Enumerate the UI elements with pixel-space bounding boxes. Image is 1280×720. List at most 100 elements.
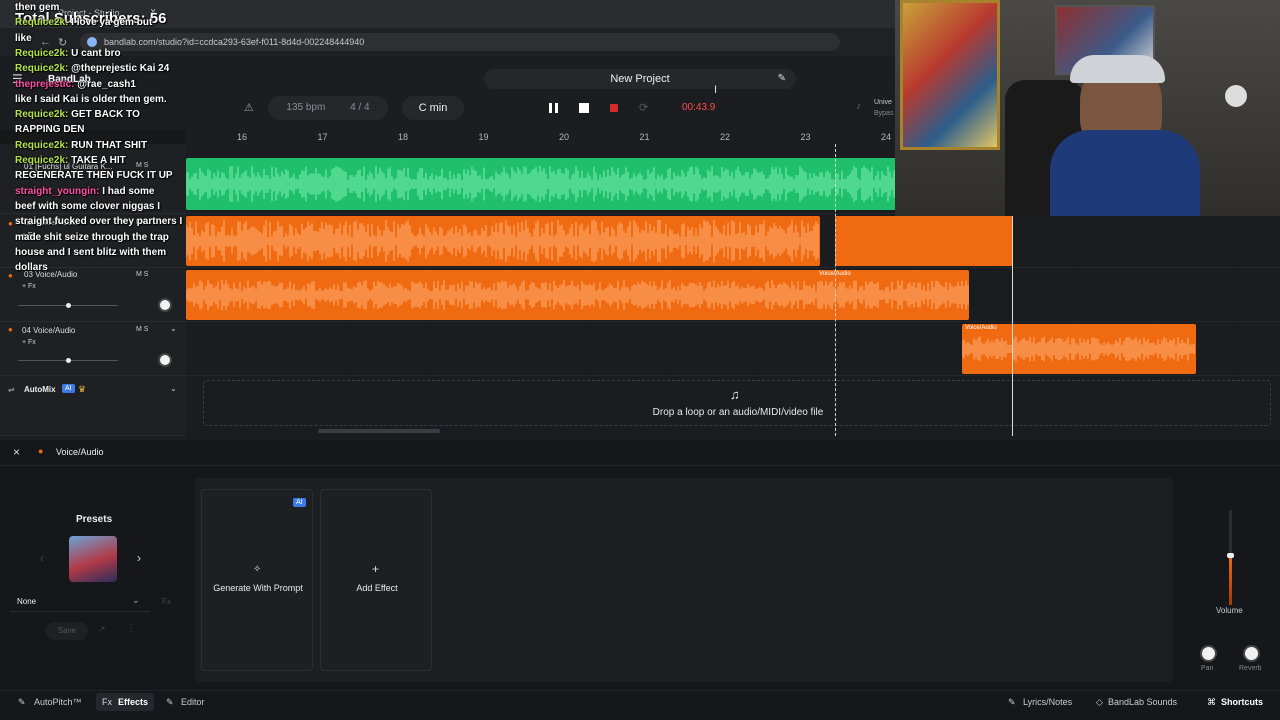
ruler-label: 19 <box>478 132 489 142</box>
project-name: New Project <box>610 73 670 85</box>
preset-thumbnail[interactable] <box>69 536 117 582</box>
fx-icon: Fx <box>102 697 112 707</box>
shortcuts-button[interactable]: Shortcuts <box>1221 697 1263 707</box>
key-selector[interactable]: C min <box>402 96 464 120</box>
add-effect-card[interactable]: + Add Effect <box>320 489 432 671</box>
preset-select[interactable]: None ⌄ <box>10 592 150 612</box>
clip-orange-recording[interactable] <box>835 216 1013 266</box>
music-note-icon: ♫ <box>730 387 740 402</box>
pan-knob[interactable] <box>158 353 172 367</box>
volume-label: Volume <box>1216 606 1243 615</box>
automix-row[interactable]: ⇌ AutoMix AI ♛ ⌄ <box>0 376 186 436</box>
chat-text: RAPPING DEN <box>15 124 85 136</box>
autopitch-icon: ✎ <box>18 697 26 707</box>
preset-prev-icon[interactable]: ‹ <box>40 551 44 565</box>
cursor-line <box>1012 216 1013 436</box>
right-label-1[interactable]: Unive <box>874 99 892 106</box>
chat-text: straight fucked over they partners I <box>15 216 183 228</box>
chat-text: TAKE A HIT <box>71 155 126 166</box>
chat-username: straight_youngin: <box>15 185 103 197</box>
project-name-field[interactable]: New Project ✎ <box>484 69 796 89</box>
metronome-icon[interactable]: ⚠ <box>244 101 254 114</box>
autopitch-tab[interactable]: AutoPitch™ <box>34 697 82 707</box>
horizontal-scrollbar[interactable] <box>318 429 440 433</box>
record-button[interactable] <box>610 104 618 112</box>
chat-text: @rae_cash1 <box>77 78 136 90</box>
bandlab-sounds-button[interactable]: BandLab Sounds <box>1108 697 1177 707</box>
chat-text: RUN THAT SHIT <box>71 139 148 151</box>
pan-knob[interactable] <box>158 298 172 312</box>
crown-icon: ♛ <box>78 384 87 394</box>
volume-fader-thumb[interactable] <box>1227 553 1234 558</box>
ruler-label: 16 <box>237 132 248 142</box>
skull-image <box>1225 85 1247 107</box>
add-fx-button[interactable]: + Fx <box>22 339 36 346</box>
chat-message: Requice2k: U cant bro <box>15 48 121 59</box>
clip-green[interactable] <box>186 158 896 210</box>
save-button[interactable]: Save <box>46 622 88 640</box>
right-label-2[interactable]: Bypas <box>874 110 893 117</box>
chevron-down-icon: ⌄ <box>132 595 140 605</box>
panel-header: × ● Voice/Audio <box>0 440 1280 466</box>
volume-slider-thumb[interactable] <box>66 358 71 363</box>
chat-message: theprejestic: @rae_cash1 <box>15 79 136 90</box>
chat-username: Requice2k: <box>15 47 72 59</box>
chat-text: REGENERATE THEN FUCK IT UP <box>15 170 173 182</box>
loop-icon[interactable]: ⟳ <box>639 101 648 114</box>
pause-button[interactable] <box>546 100 562 116</box>
editor-tab[interactable]: Editor <box>181 697 205 707</box>
chat-message: RAPPING DEN <box>15 124 84 135</box>
generate-with-prompt-label: Generate With Prompt <box>213 583 303 593</box>
track-name[interactable]: 04 Voice/Audio <box>22 326 75 335</box>
preset-next-icon[interactable]: › <box>137 551 141 565</box>
lyrics-notes-button[interactable]: Lyrics/Notes <box>1023 697 1072 707</box>
chevron-down-icon[interactable]: ⌄ <box>170 384 177 393</box>
ai-badge: AI <box>293 498 306 507</box>
ruler-label: 24 <box>881 132 892 142</box>
webcam-overlay <box>895 0 1280 216</box>
share-icon[interactable]: ↗ <box>98 624 106 635</box>
effects-tab[interactable]: Effects <box>118 697 148 707</box>
fx-icon[interactable]: Fx <box>162 597 171 606</box>
reverb-knob[interactable] <box>1243 645 1260 662</box>
chat-text: beef with some clover niggas I <box>15 200 161 212</box>
clip-orange-1[interactable] <box>186 216 820 266</box>
text-cursor-icon: I <box>714 84 718 96</box>
close-icon[interactable]: × <box>13 445 20 459</box>
chat-username: Requice2k: <box>15 109 72 121</box>
clip-waveform <box>186 219 819 263</box>
editor-icon: ✎ <box>166 697 174 707</box>
playhead[interactable] <box>835 144 836 436</box>
reverb-label: Reverb <box>1239 665 1262 672</box>
chat-message: Requice2k: TAKE A HIT <box>15 155 126 166</box>
drop-zone[interactable]: ♫ Drop a loop or an audio/MIDI/video fil… <box>203 380 1271 426</box>
time-signature[interactable]: 4 / 4 <box>350 102 369 113</box>
pan-knob[interactable] <box>1200 645 1217 662</box>
chat-message: Requice2k: @theprejestic Kai 24 <box>15 63 169 74</box>
volume-slider-thumb[interactable] <box>66 303 71 308</box>
cap-image <box>1070 55 1165 83</box>
clip-orange-2[interactable]: Voice/Audio <box>186 270 969 320</box>
track-head-4[interactable]: ● 04 Voice/Audio M S ⌄ + Fx <box>0 322 186 376</box>
bpm-time-sig[interactable]: 135 bpm 4 / 4 <box>268 96 388 120</box>
chat-message: Requice2k: RUN THAT SHIT <box>15 140 147 151</box>
sounds-icon: ◇ <box>1096 697 1103 707</box>
automix-label[interactable]: AutoMix <box>24 385 56 394</box>
shortcuts-icon: ⌘ <box>1207 697 1216 707</box>
chat-username: Requice2k: <box>15 139 72 151</box>
chevron-down-icon[interactable]: ⌄ <box>170 324 177 333</box>
chat-message: then gem <box>15 2 59 13</box>
ruler-label: 20 <box>559 132 570 142</box>
plugin-icon[interactable]: ♪ <box>856 101 861 112</box>
generate-with-prompt-card[interactable]: AI ✧ Generate With Prompt <box>201 489 313 671</box>
bpm-value[interactable]: 135 bpm <box>286 102 325 113</box>
more-icon[interactable]: ⋮ <box>126 623 136 634</box>
mute-solo[interactable]: M S <box>136 326 148 333</box>
stop-button[interactable] <box>579 103 589 113</box>
edit-pencil-icon[interactable]: ✎ <box>778 69 786 89</box>
lyrics-icon: ✎ <box>1008 697 1016 707</box>
clip-orange-3[interactable]: Voice/Audio <box>962 324 1196 374</box>
ai-badge: AI <box>62 384 75 393</box>
volume-meter[interactable] <box>1214 510 1248 605</box>
chat-message: Requice2k: GET BACK TO <box>15 109 140 120</box>
